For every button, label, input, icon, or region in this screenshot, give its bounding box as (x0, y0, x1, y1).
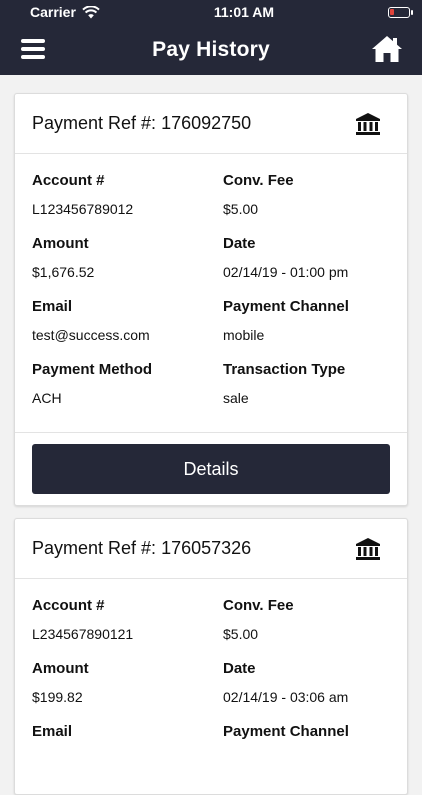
payment-fields: Account # L123456789012 Conv. Fee $5.00 … (15, 154, 407, 432)
clock: 11:01 AM (213, 4, 275, 20)
amount-field: Amount $199.82 (32, 660, 89, 705)
card-header: Payment Ref #: 176057326 (15, 519, 407, 579)
payment-channel-field: Payment Channel (223, 723, 349, 740)
payment-card: Payment Ref #: 176092750 Account # L1234… (14, 93, 408, 506)
account-field: Account # L123456789012 (32, 172, 134, 217)
details-button[interactable]: Details (32, 444, 390, 494)
date-field: Date 02/14/19 - 01:00 pm (223, 235, 349, 280)
card-footer: Details (15, 432, 407, 505)
hamburger-menu-icon (21, 39, 45, 43)
home-icon[interactable] (370, 34, 404, 64)
payment-ref-label: Payment Ref #: (32, 113, 157, 133)
wifi-icon (82, 5, 100, 18)
payment-card: Payment Ref #: 176057326 Account # L2345… (14, 518, 408, 795)
payment-channel-field: Payment Channel mobile (223, 298, 349, 343)
amount-field: Amount $1,676.52 (32, 235, 95, 280)
conv-fee-field: Conv. Fee $5.00 (223, 172, 294, 217)
menu-button[interactable] (21, 39, 45, 59)
email-field: Email (32, 723, 73, 740)
payment-ref-value: 176057326 (161, 538, 252, 558)
payment-ref-label: Payment Ref #: (32, 538, 157, 558)
email-field: Email test@success.com (32, 298, 150, 343)
conv-fee-field: Conv. Fee $5.00 (223, 597, 294, 642)
app-header: Carrier 11:01 AM Pay History (0, 0, 422, 75)
payment-list: Payment Ref #: 176092750 Account # L1234… (0, 75, 422, 795)
status-bar: Carrier 11:01 AM (0, 0, 422, 24)
payment-method-field: Payment Method ACH (32, 361, 153, 406)
battery-icon (387, 6, 413, 18)
payment-fields: Account # L234567890121 Conv. Fee $5.00 … (15, 579, 407, 794)
payment-ref: Payment Ref #: 176057326 (32, 538, 251, 559)
carrier-label: Carrier (30, 4, 76, 20)
page-title: Pay History (152, 37, 270, 61)
payment-ref-value: 176092750 (161, 113, 252, 133)
card-header: Payment Ref #: 176092750 (15, 94, 407, 154)
account-field: Account # L234567890121 (32, 597, 134, 642)
date-field: Date 02/14/19 - 03:06 am (223, 660, 349, 705)
bank-icon (356, 112, 380, 135)
bank-icon (356, 537, 380, 560)
payment-ref: Payment Ref #: 176092750 (32, 113, 251, 134)
nav-bar: Pay History (0, 24, 422, 75)
transaction-type-field: Transaction Type sale (223, 361, 346, 406)
